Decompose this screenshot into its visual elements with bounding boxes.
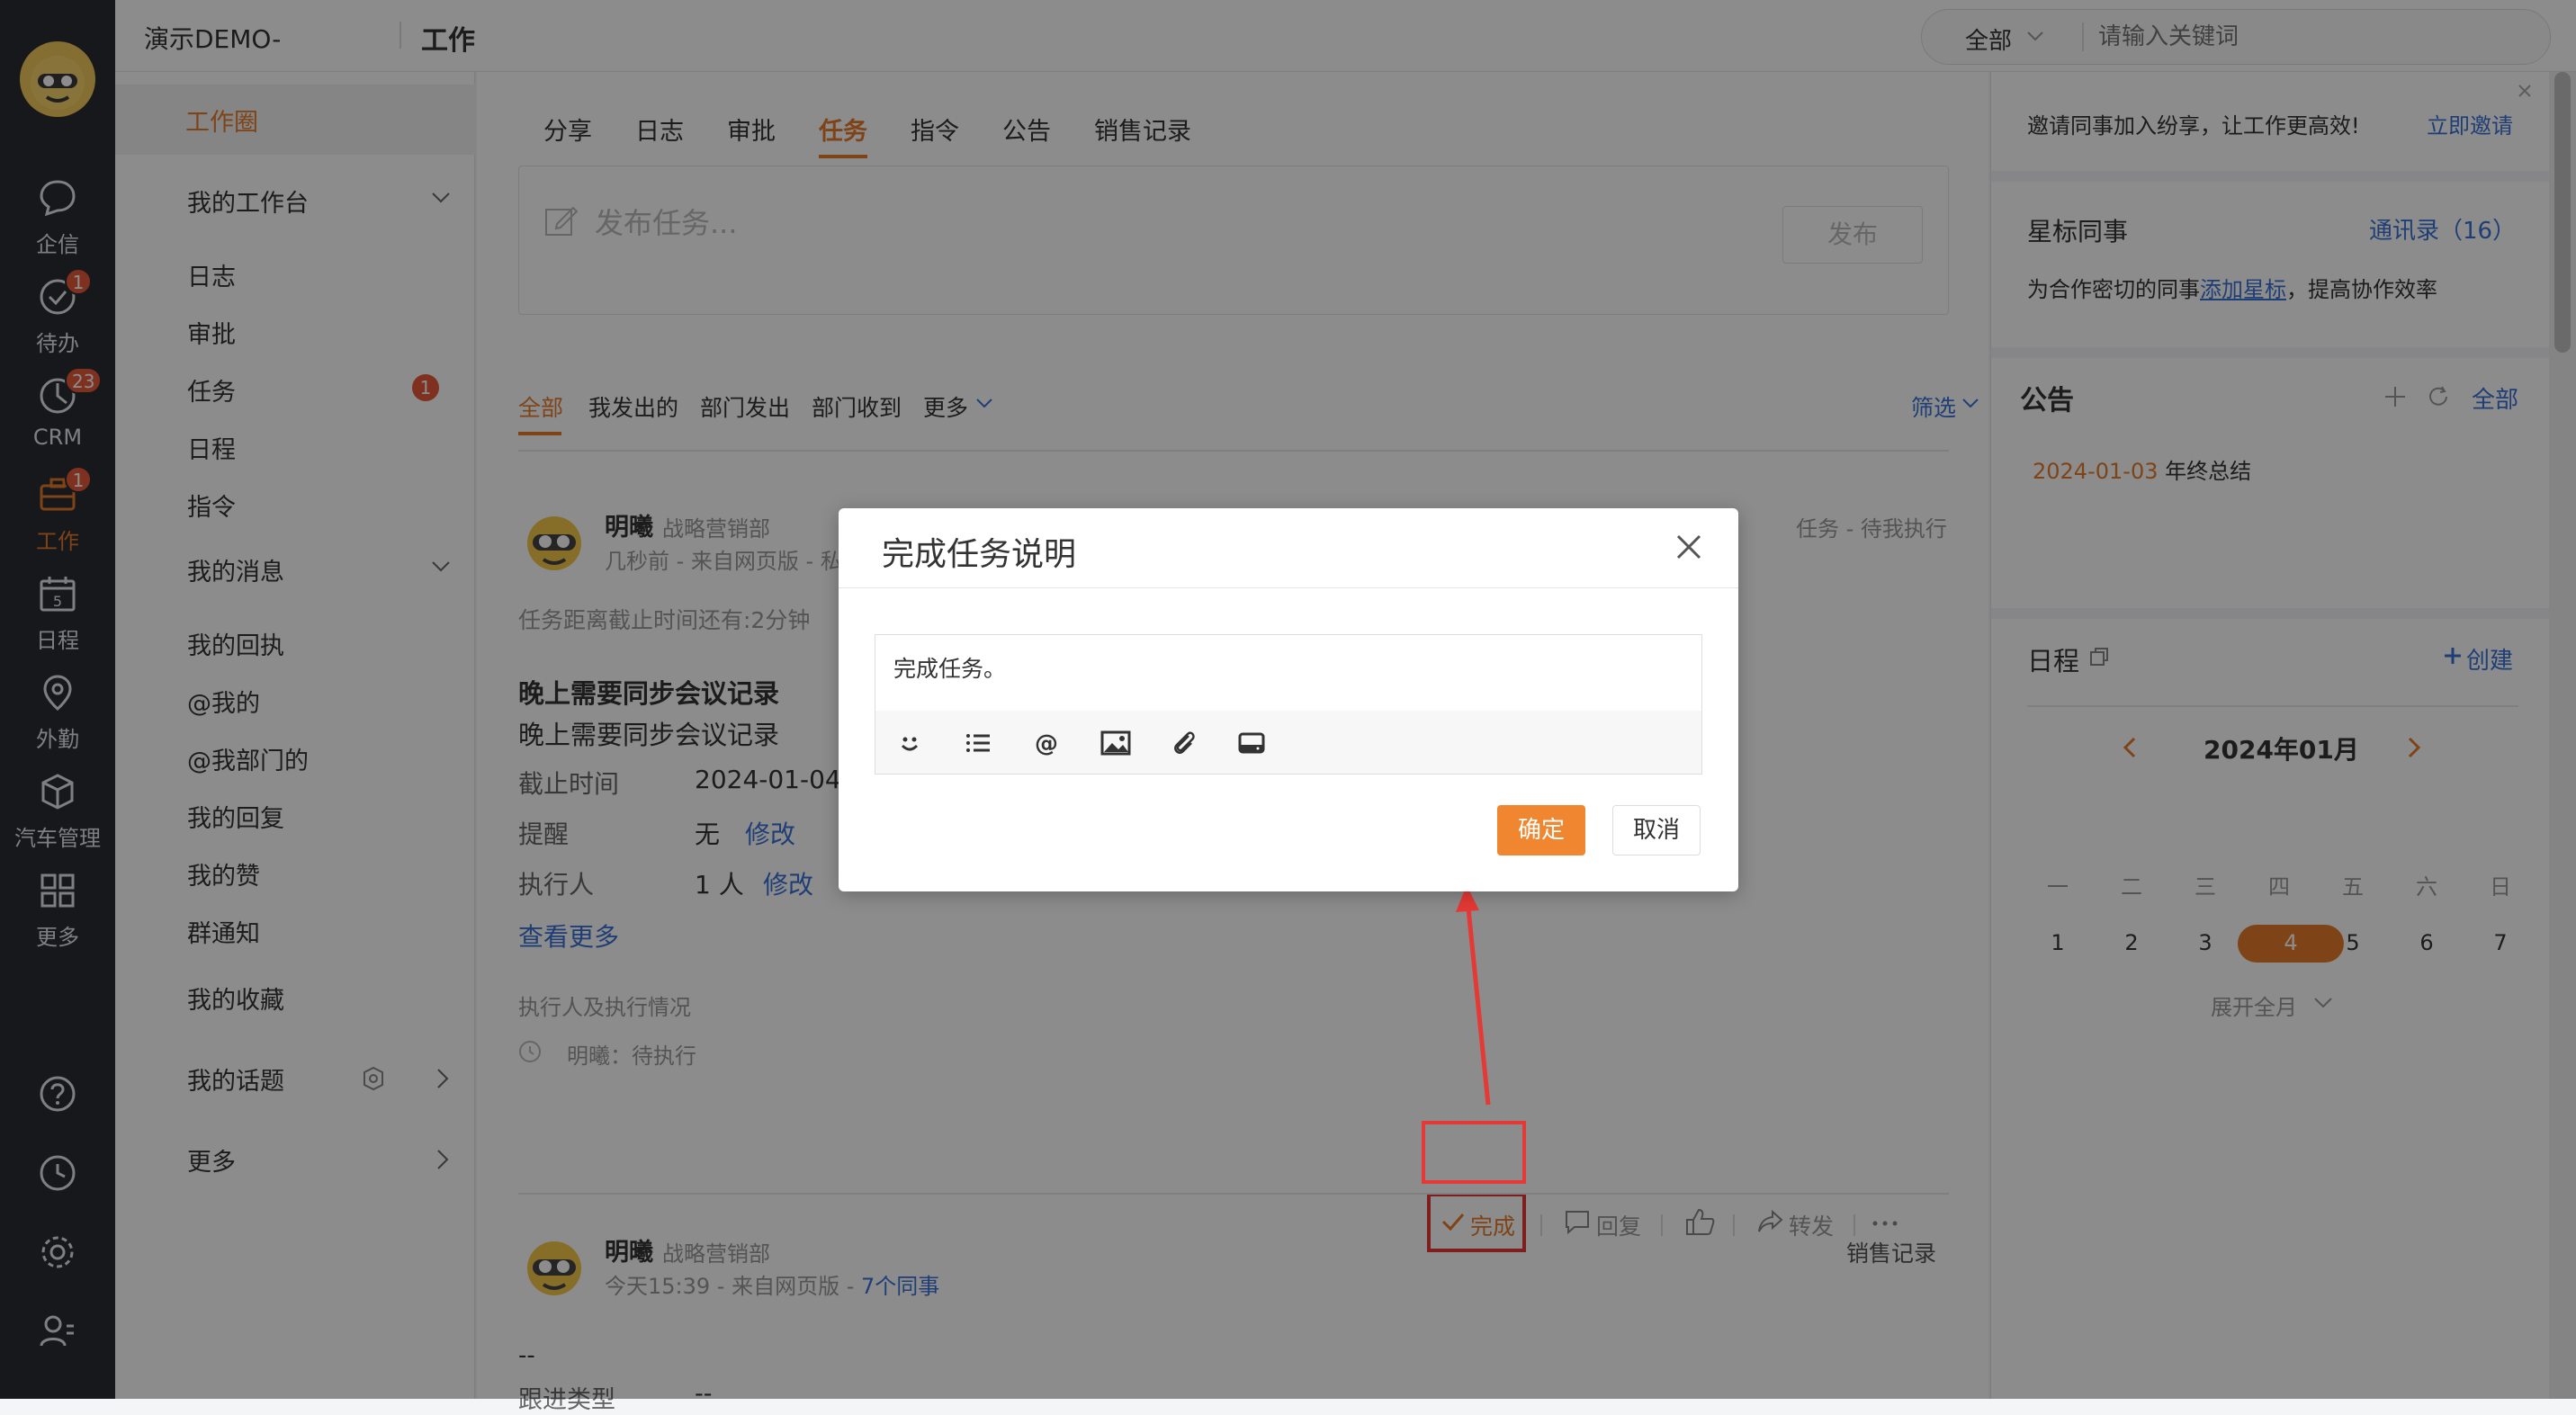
description-input[interactable]: 完成任务。 (893, 651, 1006, 684)
confirm-button[interactable]: 确定 (1497, 805, 1585, 855)
cancel-button[interactable]: 取消 (1612, 805, 1701, 855)
complete-task-dialog: 完成任务说明 完成任务。 @ 确定 取消 (839, 508, 1738, 891)
description-editor[interactable]: 完成任务。 @ (875, 634, 1702, 775)
attachment-icon[interactable] (1169, 729, 1198, 757)
storage-icon[interactable] (1237, 729, 1266, 757)
image-icon[interactable] (1100, 729, 1131, 757)
dialog-title: 完成任务说明 (882, 536, 1077, 573)
list-icon[interactable] (964, 729, 992, 757)
emoji-icon[interactable] (895, 729, 924, 757)
complete-highlight-outline (1422, 1121, 1526, 1184)
close-icon[interactable] (1674, 532, 1704, 562)
arrow-annotation-icon (1456, 885, 1491, 1106)
editor-toolbar: @ (875, 711, 1701, 774)
svg-text:@: @ (1035, 730, 1058, 757)
dialog-divider (839, 587, 1738, 588)
mention-icon[interactable]: @ (1032, 729, 1061, 757)
